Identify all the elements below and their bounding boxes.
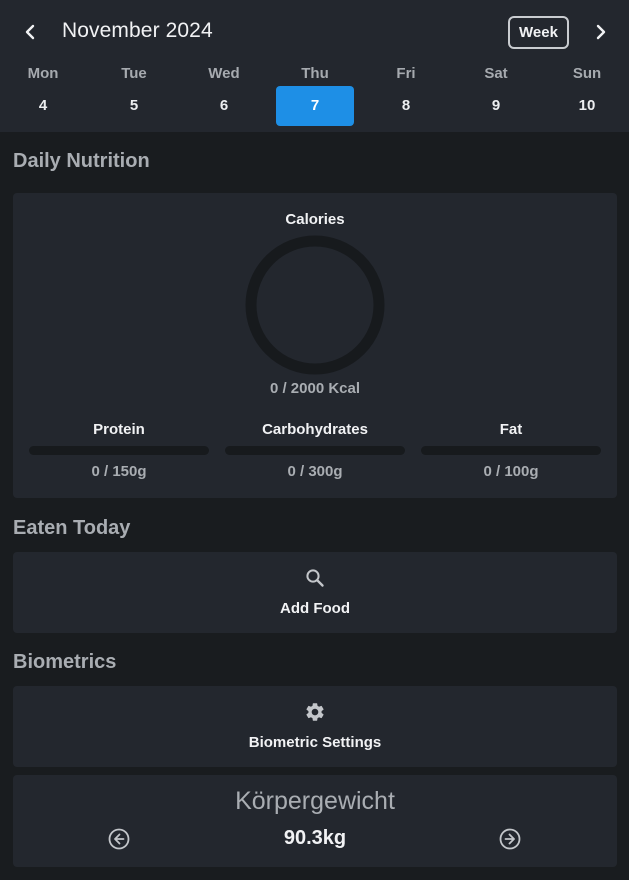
day-number: 5 xyxy=(129,97,139,114)
day-name: Mon xyxy=(27,65,59,82)
biometrics-title: Biometrics xyxy=(13,651,117,673)
calories-value: 0 / 2000 Kcal xyxy=(269,380,361,397)
carbohydrates-progress-bar xyxy=(225,446,405,455)
next-week-button[interactable] xyxy=(587,18,615,46)
day-name: Sat xyxy=(484,65,508,82)
nutrition-card: Calories 0 / 2000 Kcal Protein 0 / 150g … xyxy=(13,193,617,498)
next-weight-button[interactable] xyxy=(498,827,522,851)
biometric-settings-label: Biometric Settings xyxy=(248,734,382,751)
prev-week-button[interactable] xyxy=(16,18,44,46)
calendar-header: November 2024 Week Mon 4 Tue 5 Wed 6 Thu… xyxy=(0,0,629,132)
protein-progress-bar xyxy=(29,446,209,455)
day-fri[interactable]: Fri 8 xyxy=(366,64,446,128)
day-sun[interactable]: Sun 10 xyxy=(547,64,627,128)
calories-ring xyxy=(245,235,385,375)
day-number: 8 xyxy=(401,97,411,114)
day-mon[interactable]: Mon 4 xyxy=(3,64,83,128)
eaten-today-title: Eaten Today xyxy=(13,517,131,539)
fat-value: 0 / 100g xyxy=(483,463,539,480)
day-number: 4 xyxy=(38,97,48,114)
biometric-settings-button[interactable]: Biometric Settings xyxy=(13,686,617,767)
carbohydrates-value: 0 / 300g xyxy=(287,463,343,480)
gear-icon xyxy=(306,703,324,721)
protein-macro: Protein 0 / 150g xyxy=(29,421,209,480)
arrow-right-circle-icon xyxy=(499,828,521,850)
day-wed[interactable]: Wed 6 xyxy=(184,64,264,128)
day-tue[interactable]: Tue 5 xyxy=(94,64,174,128)
daily-nutrition-title: Daily Nutrition xyxy=(13,150,150,172)
add-food-button[interactable]: Add Food xyxy=(13,552,617,633)
week-view-button[interactable]: Week xyxy=(508,16,569,49)
chevron-left-icon xyxy=(25,24,35,40)
body-weight-card: Körpergewicht 90.3kg xyxy=(13,775,617,867)
day-name: Thu xyxy=(301,65,329,82)
chevron-right-icon xyxy=(596,24,606,40)
search-icon xyxy=(306,569,324,587)
add-food-label: Add Food xyxy=(280,600,350,617)
day-name: Sun xyxy=(572,65,602,82)
day-name: Tue xyxy=(121,65,147,82)
fat-progress-bar xyxy=(421,446,601,455)
protein-value: 0 / 150g xyxy=(91,463,147,480)
month-title: November 2024 xyxy=(62,19,213,42)
protein-label: Protein xyxy=(93,421,145,438)
day-sat[interactable]: Sat 9 xyxy=(456,64,536,128)
day-number-selected: 7 xyxy=(276,86,354,126)
day-number: 9 xyxy=(491,97,501,114)
day-name: Wed xyxy=(208,65,240,82)
weight-title: Körpergewicht xyxy=(235,787,395,815)
day-name: Fri xyxy=(396,65,416,82)
carbohydrates-macro: Carbohydrates 0 / 300g xyxy=(225,421,405,480)
day-number: 6 xyxy=(219,97,229,114)
calories-label: Calories xyxy=(285,211,345,228)
fat-macro: Fat 0 / 100g xyxy=(421,421,601,480)
day-thu[interactable]: Thu 7 xyxy=(275,64,355,128)
fat-label: Fat xyxy=(499,421,523,438)
carbohydrates-label: Carbohydrates xyxy=(262,421,368,438)
weight-value: 90.3kg xyxy=(283,827,347,849)
day-number: 10 xyxy=(578,97,596,114)
